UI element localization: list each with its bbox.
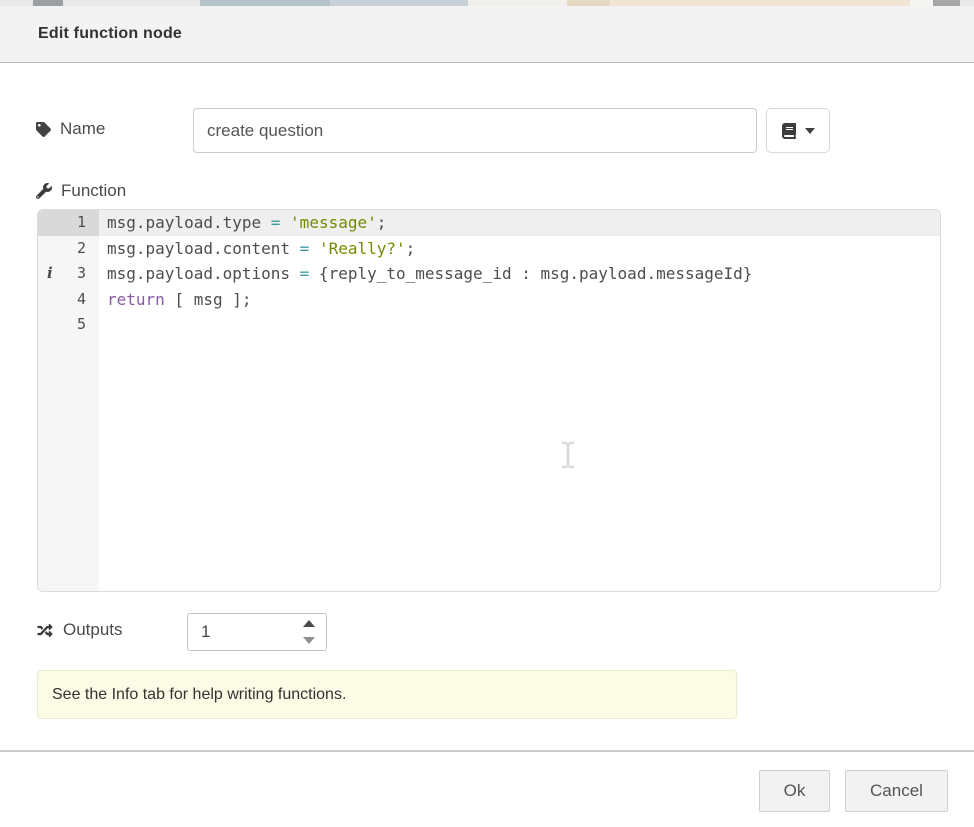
code-token-operator: = (271, 213, 281, 232)
ok-button[interactable]: Ok (759, 770, 830, 812)
outputs-spinner (187, 613, 327, 651)
tag-icon (36, 122, 51, 137)
footer-divider (0, 750, 974, 752)
code-line: 4return [ msg ]; (38, 287, 940, 313)
code-token-plain: msg.payload.type (107, 213, 271, 232)
line-number: 4 (38, 287, 99, 313)
code-token-plain: ; (377, 213, 387, 232)
text-cursor-icon (559, 441, 577, 469)
code-text: return [ msg ]; (99, 287, 252, 313)
code-token-plain: msg.payload.content (107, 239, 300, 258)
arrow-up-icon (303, 620, 315, 627)
code-line: 1msg.payload.type = 'message'; (38, 210, 940, 236)
cancel-button[interactable]: Cancel (845, 770, 948, 812)
code-line: i3msg.payload.options = {reply_to_messag… (38, 261, 940, 287)
code-text: msg.payload.content = 'Really?'; (99, 236, 415, 262)
shuffle-icon (36, 623, 54, 638)
code-line: 5 (38, 312, 940, 338)
form-tip-text: See the Info tab for help writing functi… (52, 686, 346, 704)
code-token-operator: = (300, 264, 310, 283)
spinner-down-button[interactable] (293, 632, 325, 649)
function-code-editor[interactable]: 1msg.payload.type = 'message';2msg.paylo… (37, 209, 941, 592)
outputs-label-text: Outputs (63, 620, 123, 640)
line-number: 5 (38, 312, 99, 338)
code-text (99, 312, 107, 338)
book-icon (781, 123, 797, 139)
spinner-up-button[interactable] (293, 615, 325, 632)
dialog-title: Edit function node (38, 25, 182, 43)
caret-down-icon (805, 128, 815, 134)
function-label: Function (36, 181, 126, 201)
function-label-text: Function (61, 181, 126, 201)
code-token-plain: [ msg ]; (165, 290, 252, 309)
code-token-plain: msg.payload.options (107, 264, 300, 283)
name-label: Name (36, 119, 105, 139)
info-annotation-icon: i (47, 261, 53, 287)
code-text: msg.payload.type = 'message'; (99, 210, 386, 236)
line-number: i3 (38, 261, 99, 287)
outputs-label: Outputs (36, 620, 123, 640)
code-text: msg.payload.options = {reply_to_message_… (99, 261, 752, 287)
line-number: 1 (38, 210, 99, 236)
name-input[interactable] (193, 108, 757, 153)
dialog-header: Edit function node (0, 6, 974, 63)
wrench-icon (36, 183, 52, 199)
library-button[interactable] (766, 108, 830, 153)
code-token-string: 'Really?' (319, 239, 406, 258)
code-token-operator: = (300, 239, 310, 258)
code-line: 2msg.payload.content = 'Really?'; (38, 236, 940, 262)
code-token-plain: ; (406, 239, 416, 258)
form-tip: See the Info tab for help writing functi… (37, 670, 737, 719)
code-token-plain (280, 213, 290, 232)
outputs-input[interactable] (188, 614, 288, 650)
name-label-text: Name (60, 119, 105, 139)
line-number: 2 (38, 236, 99, 262)
code-token-string: 'message' (290, 213, 377, 232)
code-token-keyword: return (107, 290, 165, 309)
code-token-plain: {reply_to_message_id : msg.payload.messa… (309, 264, 752, 283)
code-token-plain (309, 239, 319, 258)
arrow-down-icon (303, 637, 315, 644)
